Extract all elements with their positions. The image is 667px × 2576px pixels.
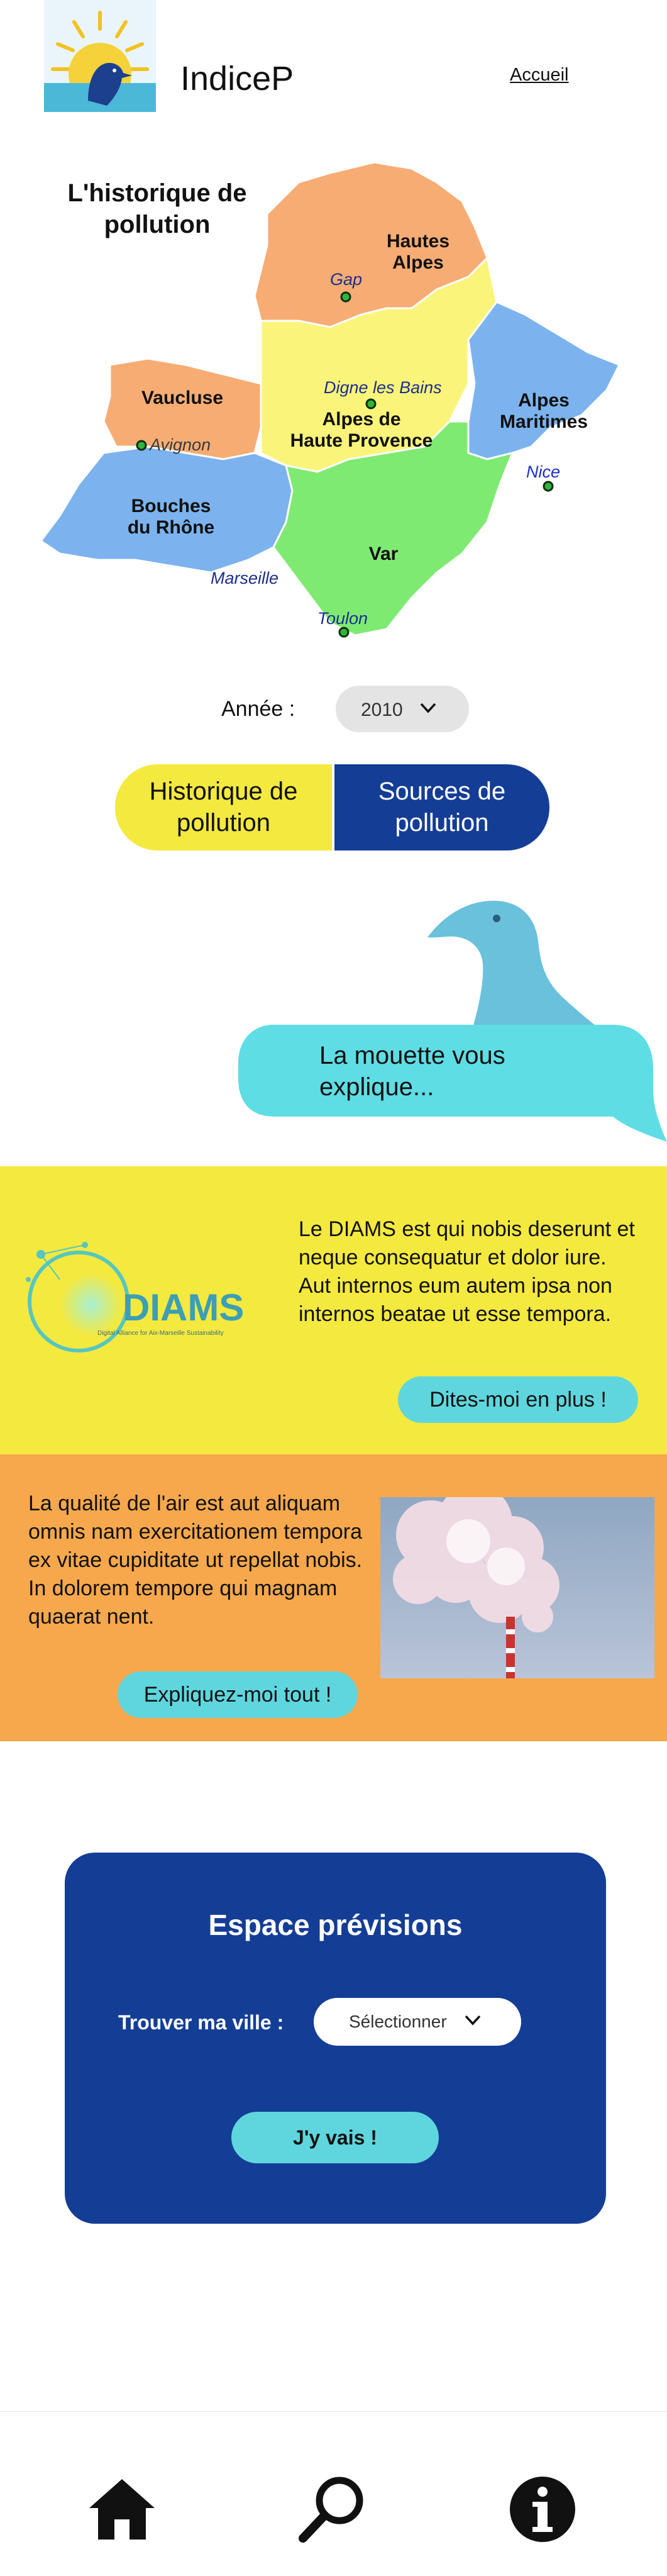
mascot-bubble-text: La mouette vous explique...	[319, 1042, 505, 1101]
city-select-value: Sélectionner	[349, 2012, 447, 2031]
department-alpes-maritimes[interactable]	[467, 301, 621, 460]
forecast-panel: Espace prévisions Trouver ma ville : Sél…	[65, 1853, 606, 2224]
chevron-down-icon	[417, 697, 439, 724]
city-marker-gap[interactable]	[340, 291, 351, 303]
air-quality-section: La qualité de l'air est aut aliquam omni…	[0, 1454, 667, 1741]
label-bouches-du-rhone-2: du Rhône	[128, 517, 214, 538]
air-quality-description: La qualité de l'air est aut aliquam omni…	[28, 1492, 363, 1629]
city-label-marseille: Marseille	[211, 569, 278, 588]
city-label-toulon: Toulon	[317, 609, 368, 628]
label-bouches-du-rhone-1: Bouches	[131, 496, 211, 516]
label-var: Var	[369, 544, 399, 564]
city-marker-nice[interactable]	[543, 481, 554, 492]
info-icon[interactable]	[505, 2472, 580, 2547]
tab-pollution-history[interactable]: Historique de pollution	[115, 764, 332, 850]
label-vaucluse: Vaucluse	[141, 388, 223, 408]
home-icon[interactable]	[84, 2472, 160, 2547]
year-value: 2010	[361, 700, 403, 720]
forecast-title: Espace prévisions	[208, 1909, 463, 1941]
pollution-toggle: Historique de pollution Sources de pollu…	[115, 764, 549, 850]
diams-description: Le DIAMS est qui nobis deserunt et neque…	[299, 1217, 635, 1326]
city-label-gap: Gap	[330, 270, 362, 289]
label-alpes-haute-provence-2: Haute Provence	[290, 430, 433, 451]
label-hautes-alpes-1: Hautes	[387, 231, 449, 252]
search-icon[interactable]	[295, 2472, 371, 2547]
diams-section: DIAMS Digital Alliance for Aix-Marseille…	[0, 1166, 667, 1454]
city-select[interactable]: Sélectionner	[314, 1998, 521, 2046]
diams-more-button[interactable]: Dites-moi en plus !	[398, 1376, 638, 1423]
chevron-down-icon	[462, 2009, 483, 2036]
year-label: Année :	[221, 697, 295, 721]
label-hautes-alpes-2: Alpes	[392, 252, 444, 273]
forecast-go-button[interactable]: J'y vais !	[231, 2112, 439, 2163]
label-alpes-haute-provence-1: Alpes de	[322, 409, 400, 430]
seagull-icon	[427, 900, 604, 1032]
city-search-label: Trouver ma ville :	[118, 2011, 284, 2034]
year-select[interactable]: 2010	[336, 686, 469, 732]
app-title: IndiceP	[180, 60, 294, 98]
air-quality-explain-button[interactable]: Expliquez-moi tout !	[118, 1671, 358, 1718]
diams-logo: DIAMS Digital Alliance for Aix-Marseille…	[26, 1242, 244, 1352]
tab-pollution-sources[interactable]: Sources de pollution	[334, 764, 549, 850]
city-label-nice: Nice	[526, 462, 560, 481]
header: IndiceP Accueil	[0, 0, 667, 135]
factory-smoke-photo	[380, 1497, 654, 1678]
city-label-avignon: Avignon	[148, 435, 211, 454]
city-label-digne: Digne les Bains	[324, 378, 442, 397]
app-logo[interactable]	[44, 0, 156, 112]
diams-logo-text: DIAMS	[123, 1286, 244, 1329]
bottom-nav	[0, 2411, 667, 2576]
city-marker-toulon[interactable]	[338, 627, 350, 638]
city-marker-avignon[interactable]	[136, 440, 147, 451]
diams-logo-subtitle: Digital Alliance for Aix-Marseille Susta…	[97, 1330, 224, 1337]
region-map: Hautes Alpes Vaucluse Alpes de Haute Pro…	[39, 161, 621, 638]
label-alpes-maritimes-1: Alpes	[518, 390, 570, 411]
nav-home-link[interactable]: Accueil	[510, 65, 569, 86]
label-alpes-maritimes-2: Maritimes	[500, 411, 588, 432]
city-marker-digne[interactable]	[365, 398, 377, 410]
